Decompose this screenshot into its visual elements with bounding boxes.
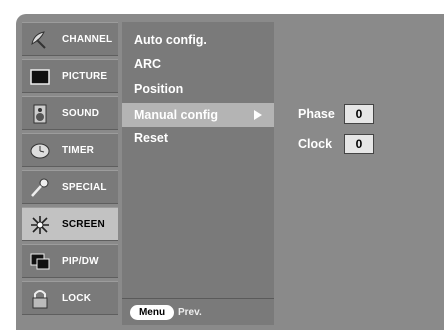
padlock-icon bbox=[32, 290, 48, 309]
submenu-item-label: Manual config bbox=[134, 108, 219, 122]
menu-item-label: CHANNEL bbox=[62, 34, 113, 45]
menu-item-special[interactable]: SPECIAL bbox=[22, 170, 118, 204]
menu-item-label: PIP/DW bbox=[62, 256, 99, 267]
menu-item-sound[interactable]: SOUND bbox=[22, 96, 118, 130]
tv-screen-icon bbox=[30, 69, 50, 85]
screen-submenu: Auto config. ARC Position Manual config … bbox=[122, 22, 274, 325]
menu-item-label: LOCK bbox=[62, 293, 92, 304]
submenu-item-auto-config[interactable]: Auto config. bbox=[122, 28, 274, 52]
satellite-dish-icon bbox=[31, 31, 46, 49]
menu-item-timer[interactable]: TIMER bbox=[22, 133, 118, 167]
submenu-item-manual-config[interactable]: Manual config bbox=[122, 103, 274, 127]
submenu-item-reset[interactable]: Reset bbox=[122, 126, 274, 150]
prev-label: Prev. bbox=[178, 307, 202, 318]
manual-config-panel: Phase 0 Clock 0 bbox=[276, 22, 444, 324]
menu-item-channel[interactable]: CHANNEL bbox=[22, 22, 118, 56]
main-menu: CHANNEL PICTURE SOUND TIMER SPECIAL SCRE… bbox=[22, 22, 118, 322]
phase-label: Phase bbox=[298, 107, 335, 121]
speaker-icon bbox=[33, 104, 47, 124]
submenu-item-position[interactable]: Position bbox=[122, 77, 274, 101]
menu-item-pip-dw[interactable]: PIP/DW bbox=[22, 244, 118, 278]
menu-item-label: TIMER bbox=[62, 145, 95, 156]
clock-icon bbox=[30, 143, 50, 159]
clock-value[interactable]: 0 bbox=[344, 134, 374, 154]
crosshair-arrows-icon bbox=[31, 216, 49, 234]
submenu-item-arc[interactable]: ARC bbox=[122, 52, 274, 76]
menu-item-picture[interactable]: PICTURE bbox=[22, 59, 118, 93]
menu-item-label: PICTURE bbox=[62, 71, 108, 82]
phase-value[interactable]: 0 bbox=[344, 104, 374, 124]
menu-item-lock[interactable]: LOCK bbox=[22, 281, 118, 315]
menu-item-label: SPECIAL bbox=[62, 182, 107, 193]
submenu-footer: Menu Prev. bbox=[122, 298, 274, 325]
menu-button[interactable]: Menu bbox=[130, 305, 174, 320]
pip-windows-icon bbox=[30, 253, 50, 270]
clock-label: Clock bbox=[298, 137, 333, 151]
key-icon bbox=[31, 178, 49, 197]
menu-item-label: SCREEN bbox=[62, 219, 105, 230]
osd-menu: CHANNEL PICTURE SOUND TIMER SPECIAL SCRE… bbox=[0, 0, 444, 330]
chevron-right-icon bbox=[254, 110, 262, 120]
menu-item-label: SOUND bbox=[62, 108, 100, 119]
menu-item-screen[interactable]: SCREEN bbox=[22, 207, 118, 241]
